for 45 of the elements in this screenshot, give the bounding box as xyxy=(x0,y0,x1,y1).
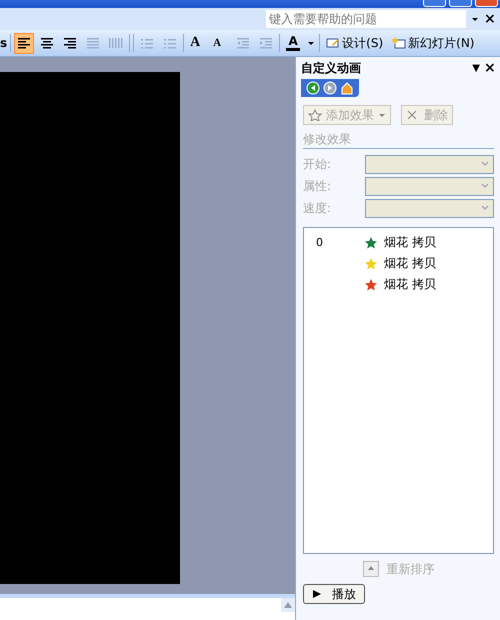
effect-label[interactable]: 烟花 拷贝 xyxy=(384,276,436,293)
window-button[interactable] xyxy=(475,0,498,7)
play-button[interactable]: 播放 xyxy=(303,584,365,604)
align-left-icon xyxy=(17,36,32,50)
align-center-icon xyxy=(40,36,54,50)
caret-icon xyxy=(378,111,386,119)
section-heading: 修改效果 xyxy=(303,131,494,149)
outdent-icon xyxy=(236,36,250,50)
grow-font-button[interactable]: A xyxy=(187,32,208,54)
distribute-icon xyxy=(109,36,124,50)
home-icon[interactable] xyxy=(340,81,354,95)
help-search-field[interactable]: 键入需要帮助的问题 xyxy=(266,10,466,28)
effect-label[interactable]: 烟花 拷贝 xyxy=(384,255,436,272)
up-arrow-icon xyxy=(284,602,292,608)
play-icon xyxy=(312,589,322,599)
close-button[interactable]: × xyxy=(484,60,496,76)
pane-menu-button[interactable]: ▼ xyxy=(472,62,480,74)
new-slide-button[interactable]: 新幻灯片(N) xyxy=(389,32,478,54)
effect-number: 0 xyxy=(315,236,324,249)
effect-label[interactable]: 烟花 拷贝 xyxy=(384,234,436,251)
star-icon xyxy=(308,109,322,121)
font-color-button[interactable]: A xyxy=(283,32,304,54)
window-button[interactable] xyxy=(423,0,446,7)
numbered-list-icon xyxy=(140,36,154,50)
field-label: 开始: xyxy=(303,156,332,172)
justify-icon xyxy=(86,36,100,50)
toolbar-button-text: s xyxy=(0,36,8,50)
up-arrow-icon xyxy=(366,565,374,573)
shrink-font-button[interactable]: A xyxy=(210,32,230,54)
align-right-icon xyxy=(63,36,78,50)
move-up-button[interactable] xyxy=(362,561,378,577)
window-button[interactable] xyxy=(449,0,472,7)
design-button[interactable]: 设计(S) xyxy=(323,32,386,54)
align-left-button[interactable] xyxy=(14,32,34,54)
design-icon xyxy=(326,37,340,49)
field-label: 速度: xyxy=(303,200,332,216)
field-label: 属性: xyxy=(303,178,332,194)
new-slide-icon xyxy=(392,37,406,49)
task-pane-title: 自定义动画 xyxy=(301,60,362,76)
scroll-up-button[interactable] xyxy=(281,598,295,612)
reorder-label: 重新排序 xyxy=(386,560,434,578)
close-button[interactable]: × xyxy=(484,11,496,27)
back-icon[interactable] xyxy=(306,81,320,95)
indent-icon xyxy=(259,36,274,50)
bullet-list-icon xyxy=(163,36,178,50)
